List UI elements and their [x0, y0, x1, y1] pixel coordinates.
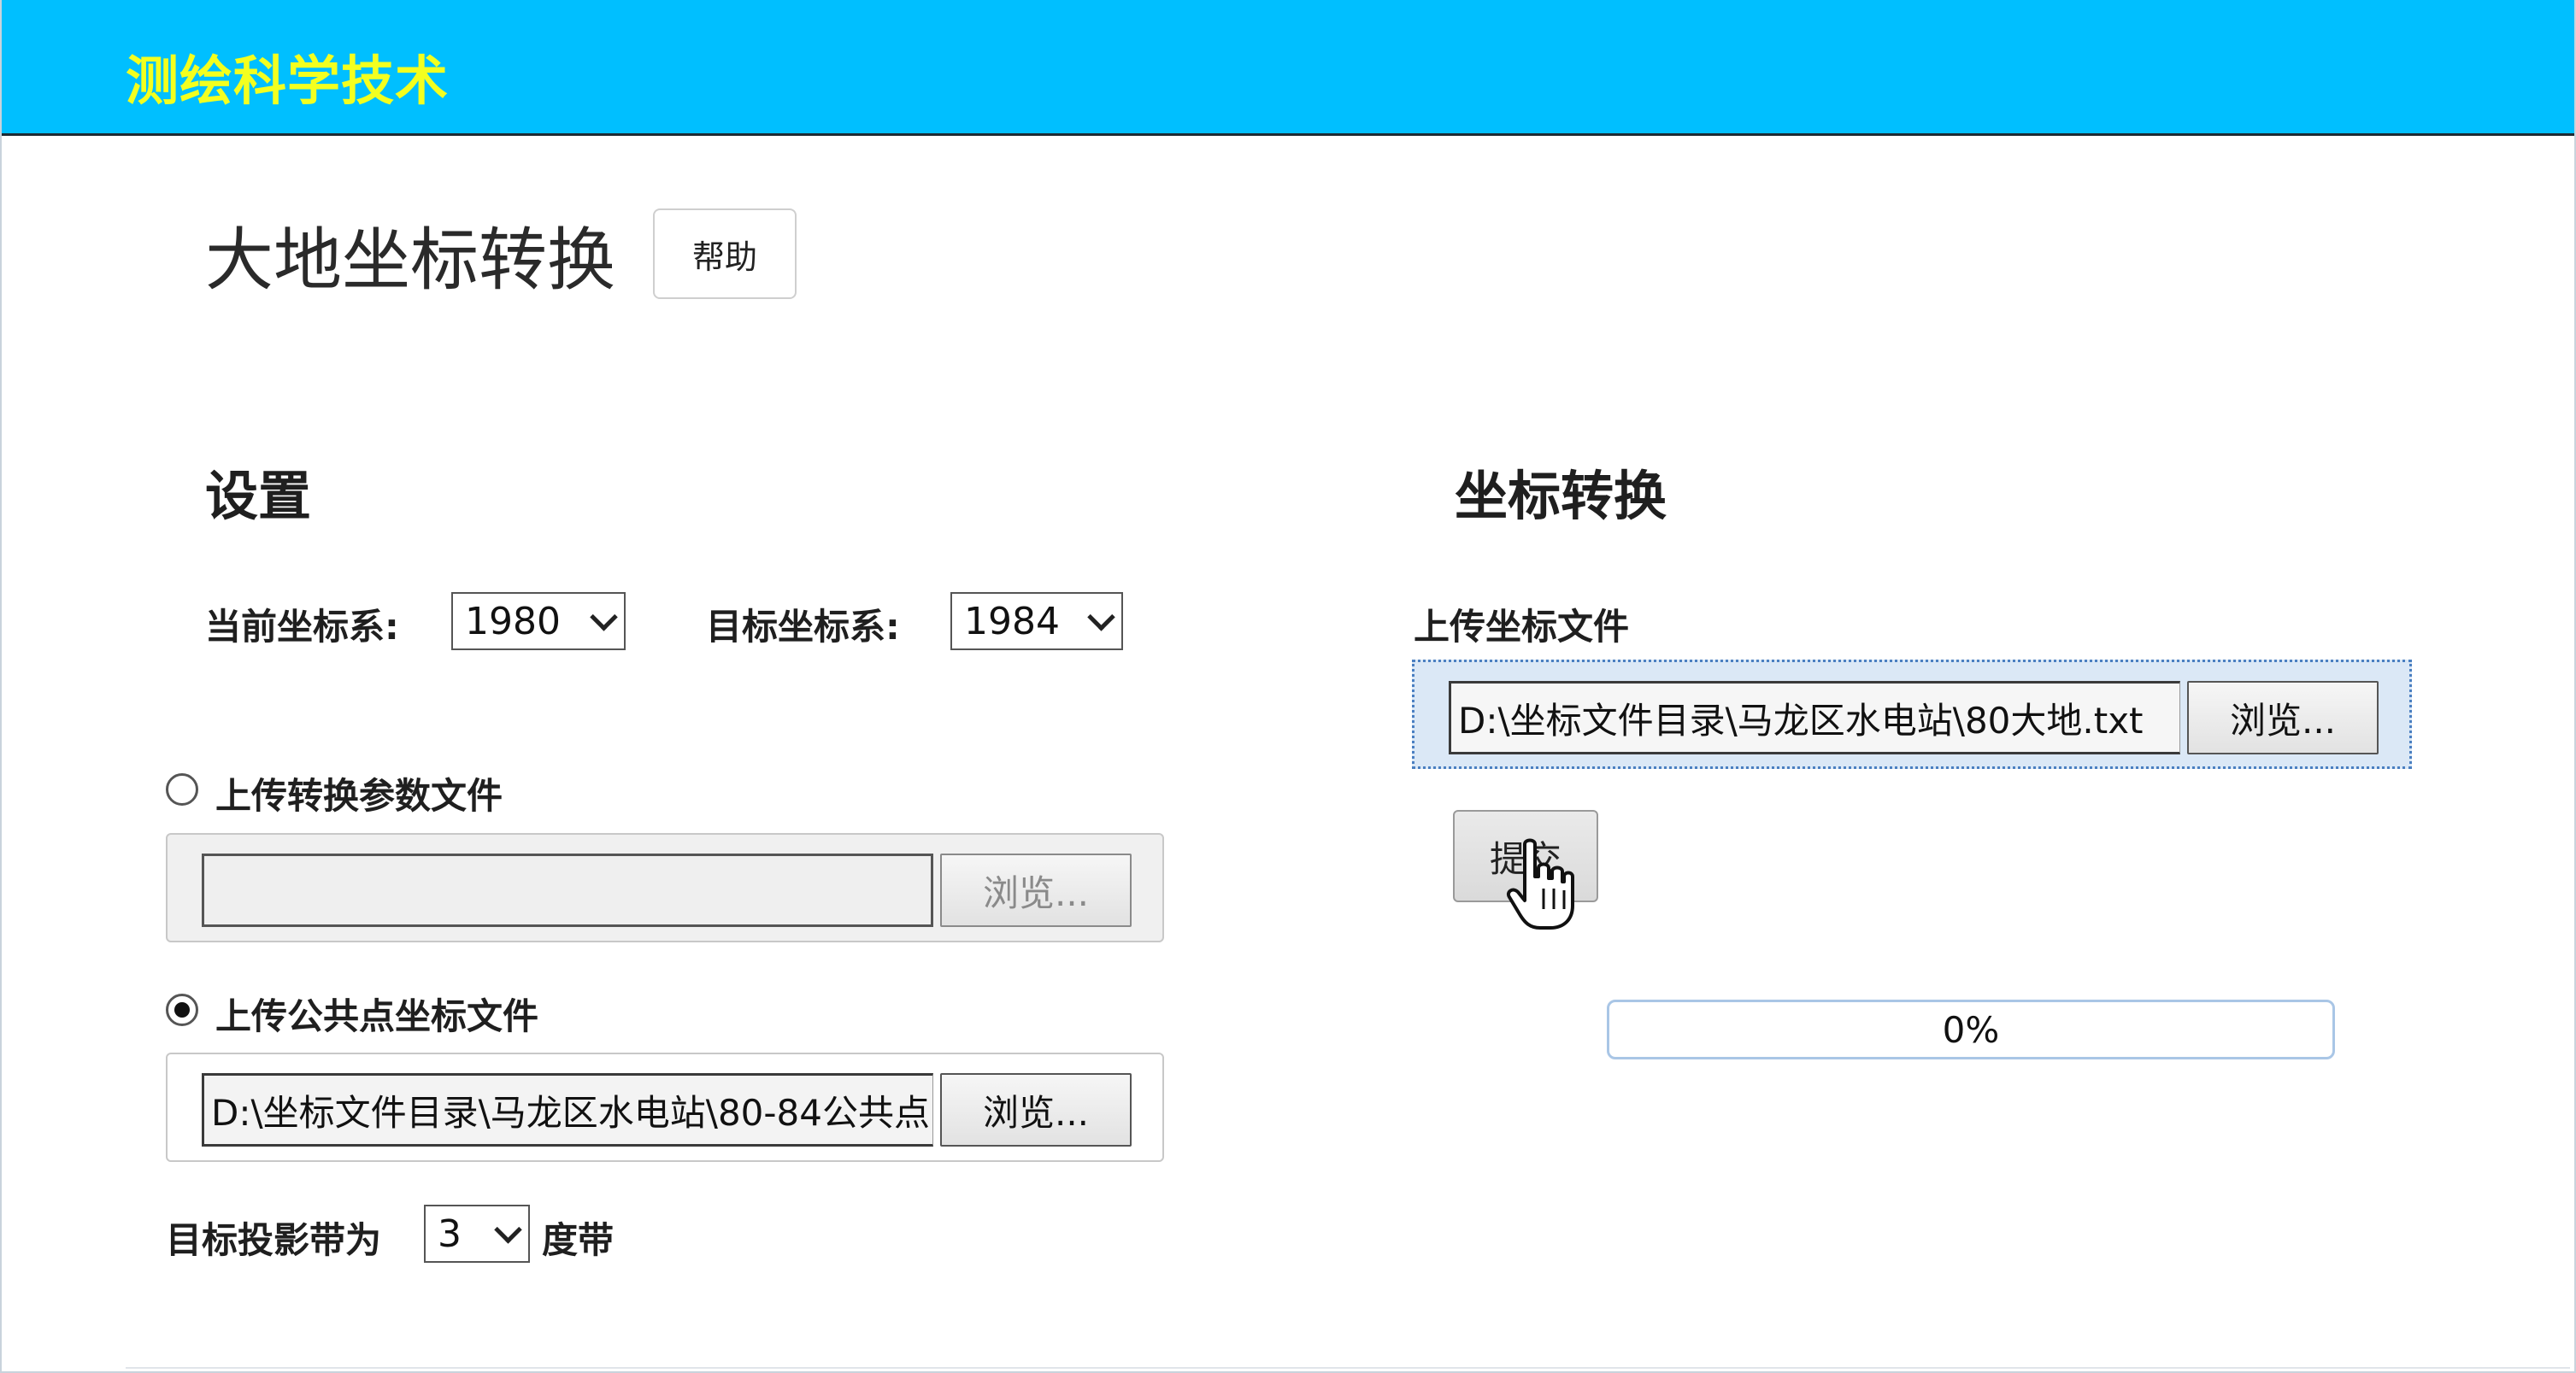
page: 测绘科学技术 大地坐标转换 帮助 设置 当前坐标系: 1980 目标坐标系: 1…: [0, 0, 2576, 1373]
progress-text: 0%: [1942, 1008, 2000, 1051]
page-title: 大地坐标转换: [205, 220, 615, 300]
target-crs-value: 1984: [964, 599, 1060, 643]
param-file-radio[interactable]: [166, 773, 198, 806]
top-header-bar: 测绘科学技术: [2, 0, 2574, 136]
zone-prefix-label: 目标投影带为: [166, 1219, 382, 1261]
param-file-browse-button[interactable]: 浏览...: [940, 854, 1132, 927]
common-point-file-panel: D:\坐标文件目录\马龙区水电站\80-84公共点 浏览...: [166, 1053, 1164, 1162]
upload-coord-file-label: 上传坐标文件: [1414, 606, 1630, 648]
coord-file-path-input[interactable]: D:\坐标文件目录\马龙区水电站\80大地.txt: [1449, 681, 2180, 754]
settings-section-title: 设置: [205, 465, 312, 527]
coord-file-panel: D:\坐标文件目录\马龙区水电站\80大地.txt 浏览...: [1412, 660, 2412, 769]
zone-suffix-label: 度带: [542, 1219, 615, 1261]
common-point-file-radio[interactable]: [166, 994, 198, 1026]
target-crs-select[interactable]: 1984: [950, 592, 1123, 650]
coord-file-browse-button[interactable]: 浏览...: [2187, 681, 2379, 754]
current-crs-label: 当前坐标系:: [205, 606, 399, 648]
hand-pointer-icon: [1507, 838, 1574, 930]
zone-select[interactable]: 3: [424, 1205, 530, 1263]
brand-logo-text[interactable]: 测绘科学技术: [126, 38, 449, 114]
param-file-path-input[interactable]: [202, 854, 933, 927]
param-file-panel: 浏览...: [166, 833, 1164, 942]
current-crs-select[interactable]: 1980: [451, 592, 626, 650]
help-button[interactable]: 帮助: [653, 208, 797, 299]
common-point-file-label: 上传公共点坐标文件: [215, 995, 539, 1037]
common-point-file-browse-button[interactable]: 浏览...: [940, 1073, 1132, 1147]
chevron-down-icon: [494, 1216, 522, 1244]
convert-section-title: 坐标转换: [1455, 465, 1667, 527]
param-file-label: 上传转换参数文件: [215, 775, 503, 817]
current-crs-value: 1980: [465, 599, 561, 643]
chevron-down-icon: [590, 603, 618, 631]
bottom-divider: [126, 1367, 2570, 1369]
upload-progress-bar: 0%: [1607, 1000, 2335, 1059]
common-point-file-path-input[interactable]: D:\坐标文件目录\马龙区水电站\80-84公共点: [202, 1073, 933, 1147]
zone-value: 3: [438, 1212, 462, 1256]
target-crs-label: 目标坐标系:: [706, 606, 900, 648]
chevron-down-icon: [1087, 603, 1115, 631]
